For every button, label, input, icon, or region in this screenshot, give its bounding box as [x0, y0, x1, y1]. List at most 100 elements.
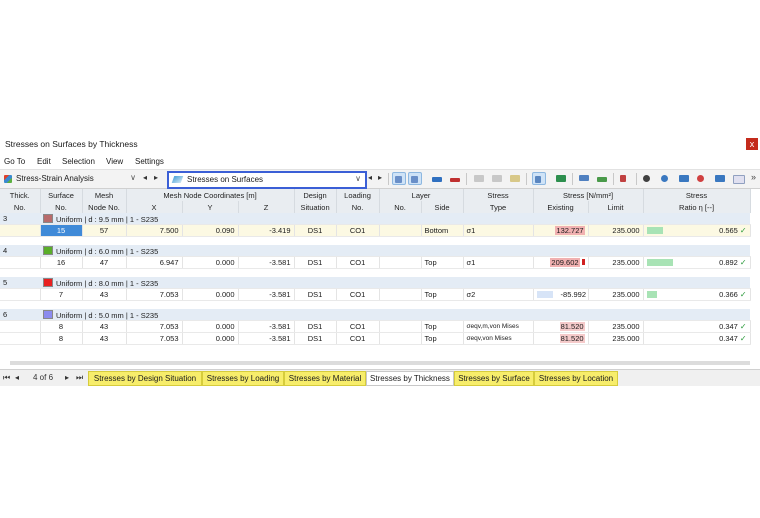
col-type[interactable]: Type: [463, 201, 534, 213]
next-page-button[interactable]: ▸: [65, 373, 69, 382]
layer-side[interactable]: Bottom: [421, 224, 464, 237]
col-loading[interactable]: Loading: [336, 189, 380, 201]
prev-page-button[interactable]: ◂: [15, 373, 19, 382]
col-surface-no[interactable]: No.: [40, 201, 83, 213]
surface-no[interactable]: 7: [40, 288, 83, 301]
table-row[interactable]: 8 43 7.053 0.000 -3.581 DS1 CO1 Top σeqv…: [0, 332, 751, 345]
close-button[interactable]: x: [746, 138, 758, 150]
layer-no[interactable]: [379, 332, 422, 345]
stress-ratio-cell[interactable]: 0.892 ✓: [643, 256, 751, 269]
col-ratio[interactable]: Stress: [643, 189, 751, 201]
decimal-places-icon[interactable]: [595, 172, 609, 185]
search-icon[interactable]: [659, 172, 673, 185]
col-x[interactable]: X: [126, 201, 183, 213]
stress-type[interactable]: σ1: [463, 256, 534, 269]
coord-x[interactable]: 7.053: [126, 332, 183, 345]
mesh-node-no[interactable]: 43: [82, 332, 127, 345]
last-page-button[interactable]: ⏭: [76, 373, 83, 383]
layer-side[interactable]: Top: [421, 288, 464, 301]
table-row[interactable]: 7 43 7.053 0.000 -3.581 DS1 CO1 Top σ2 -…: [0, 288, 751, 301]
col-side[interactable]: Side: [421, 201, 464, 213]
coord-y[interactable]: 0.000: [182, 288, 239, 301]
chart-icon[interactable]: [532, 172, 546, 185]
design-situation[interactable]: DS1: [294, 224, 337, 237]
settings-icon[interactable]: [713, 172, 727, 185]
display-icon[interactable]: [731, 172, 745, 185]
design-situation[interactable]: DS1: [294, 288, 337, 301]
stress-limit[interactable]: 235.000: [588, 224, 644, 237]
tab-design-situation[interactable]: Stresses by Design Situation: [88, 371, 202, 386]
col-existing[interactable]: Existing: [533, 201, 589, 213]
layer-side[interactable]: Top: [421, 256, 464, 269]
tab-material[interactable]: Stresses by Material: [284, 371, 366, 386]
export-excel-icon[interactable]: [554, 172, 568, 185]
menu-edit[interactable]: Edit: [37, 157, 51, 166]
stress-ratio-cell[interactable]: 0.366 ✓: [643, 288, 751, 301]
tab-loading[interactable]: Stresses by Loading: [202, 371, 284, 386]
col-stress-unit[interactable]: Stress [N/mm²]: [533, 189, 644, 201]
stress-limit[interactable]: 235.000: [588, 256, 644, 269]
design-situation[interactable]: DS1: [294, 256, 337, 269]
coord-y[interactable]: 0.090: [182, 224, 239, 237]
zoom-icon[interactable]: [641, 172, 655, 185]
group-header[interactable]: 6 Uniform | d : 5.0 mm | 1 - S235: [0, 309, 751, 321]
layer-side[interactable]: Top: [421, 332, 464, 345]
loading-no[interactable]: CO1: [336, 332, 380, 345]
stress-ratio-cell[interactable]: 0.565 ✓: [643, 224, 751, 237]
design-situation[interactable]: DS1: [294, 320, 337, 333]
surface-no[interactable]: 16: [40, 256, 83, 269]
col-coordinates[interactable]: Mesh Node Coordinates [m]: [126, 189, 295, 201]
coord-y[interactable]: 0.000: [182, 332, 239, 345]
table-row[interactable]: 15 57 7.500 0.090 -3.419 DS1 CO1 Bottom …: [0, 224, 751, 237]
stress-existing-cell[interactable]: -85.992: [533, 288, 589, 301]
coord-x[interactable]: 6.947: [126, 256, 183, 269]
stress-existing-cell[interactable]: 81.520: [533, 320, 589, 333]
stress-existing-cell[interactable]: 132.727: [533, 224, 589, 237]
surface-no[interactable]: 8: [40, 332, 83, 345]
stress-limit[interactable]: 235.000: [588, 288, 644, 301]
coord-y[interactable]: 0.000: [182, 256, 239, 269]
stress-type[interactable]: σ1: [463, 224, 534, 237]
stress-existing-cell[interactable]: 209.602: [533, 256, 589, 269]
group-header[interactable]: 5 Uniform | d : 8.0 mm | 1 - S235: [0, 277, 751, 289]
layer-side[interactable]: Top: [421, 320, 464, 333]
mesh-node-no[interactable]: 43: [82, 288, 127, 301]
coord-z[interactable]: -3.419: [238, 224, 295, 237]
menu-view[interactable]: View: [106, 157, 123, 166]
col-ratio-eta[interactable]: Ratio η [--]: [643, 201, 751, 213]
coord-y[interactable]: 0.000: [182, 320, 239, 333]
filter-icon[interactable]: [577, 172, 591, 185]
mesh-node-no[interactable]: 43: [82, 320, 127, 333]
xxx-values-icon[interactable]: [448, 172, 462, 185]
group-header[interactable]: 4 Uniform | d : 6.0 mm | 1 - S235: [0, 245, 751, 257]
coord-x[interactable]: 7.053: [126, 288, 183, 301]
table-columns-icon[interactable]: [508, 172, 522, 185]
col-loading-no[interactable]: No.: [336, 201, 380, 213]
tab-location[interactable]: Stresses by Location: [534, 371, 618, 386]
mesh-node-no[interactable]: 47: [82, 256, 127, 269]
menu-settings[interactable]: Settings: [135, 157, 164, 166]
stress-limit[interactable]: 235.000: [588, 332, 644, 345]
col-design-situation[interactable]: Situation: [294, 201, 337, 213]
design-situation[interactable]: DS1: [294, 332, 337, 345]
layer-no[interactable]: [379, 320, 422, 333]
prev-result-button[interactable]: ◂: [368, 173, 372, 182]
next-analysis-button[interactable]: ▸: [154, 173, 158, 182]
coord-z[interactable]: -3.581: [238, 320, 295, 333]
col-design[interactable]: Design: [294, 189, 337, 201]
col-thick[interactable]: Thick.: [0, 189, 41, 201]
table-row[interactable]: 8 43 7.053 0.000 -3.581 DS1 CO1 Top σeqv…: [0, 320, 751, 333]
stress-limit[interactable]: 235.000: [588, 320, 644, 333]
menu-goto[interactable]: Go To: [4, 157, 25, 166]
table-row[interactable]: 16 47 6.947 0.000 -3.581 DS1 CO1 Top σ1 …: [0, 256, 751, 269]
layer-no[interactable]: [379, 224, 422, 237]
col-thick-no[interactable]: No.: [0, 201, 41, 213]
analysis-type-select[interactable]: Stress-Strain Analysis ∨: [2, 173, 138, 185]
surface-no[interactable]: 15: [40, 224, 83, 237]
table-icon[interactable]: [472, 172, 486, 185]
display-values-icon[interactable]: [430, 172, 444, 185]
col-layer[interactable]: Layer: [379, 189, 464, 201]
stress-ratio-cell[interactable]: 0.347 ✓: [643, 332, 751, 345]
result-type-select[interactable]: Stresses on Surfaces ∨: [167, 171, 367, 189]
col-mesh-node-no[interactable]: Node No.: [82, 201, 127, 213]
